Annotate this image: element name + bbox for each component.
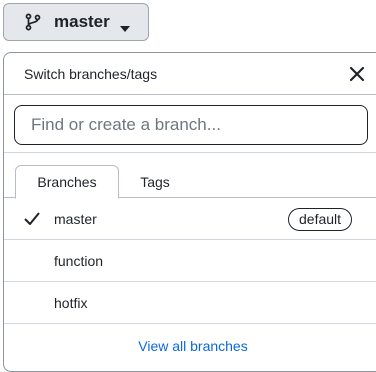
branch-label: master [54,210,97,227]
branch-item-hotfix[interactable]: hotfix [4,282,376,324]
close-icon[interactable] [349,66,365,82]
view-all-branches-link[interactable]: View all branches [138,338,247,354]
tab-bar: Branches Tags [4,153,376,199]
branch-label: function [54,252,104,269]
tab-branches[interactable]: Branches [15,165,119,199]
check-icon [24,212,40,226]
branch-switcher-panel: Switch branches/tags Branches Tags maste… [3,52,376,372]
branch-item-function[interactable]: function [4,240,376,282]
filter-container [4,95,376,153]
panel-footer: View all branches [4,324,376,368]
git-branch-icon [24,13,42,31]
branch-item-master[interactable]: master default [4,198,376,240]
branch-filter-input[interactable] [14,105,368,145]
tab-tags[interactable]: Tags [119,165,191,199]
default-badge: default [288,208,353,231]
current-branch-name: master [54,12,110,31]
panel-header: Switch branches/tags [4,53,376,95]
branch-select-button[interactable]: master [3,3,149,41]
panel-title: Switch branches/tags [24,65,158,82]
branch-label: hotfix [54,294,88,311]
chevron-down-icon [119,19,130,32]
